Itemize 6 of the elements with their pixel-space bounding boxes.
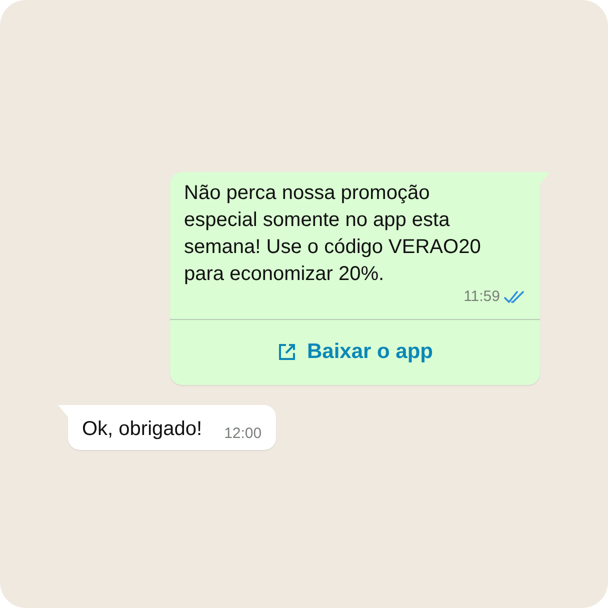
- message-time: 11:59: [464, 288, 500, 306]
- external-link-icon: [276, 342, 297, 362]
- download-app-button[interactable]: Baixar o app: [170, 320, 540, 385]
- message-text: Não perca nossa promoção especial somente no app esta semana! Use o código VERAO20 para economizar 20%.: [184, 181, 482, 287]
- message-time: 12:00: [224, 425, 262, 443]
- message-text: Ok, obrigado!: [82, 417, 202, 442]
